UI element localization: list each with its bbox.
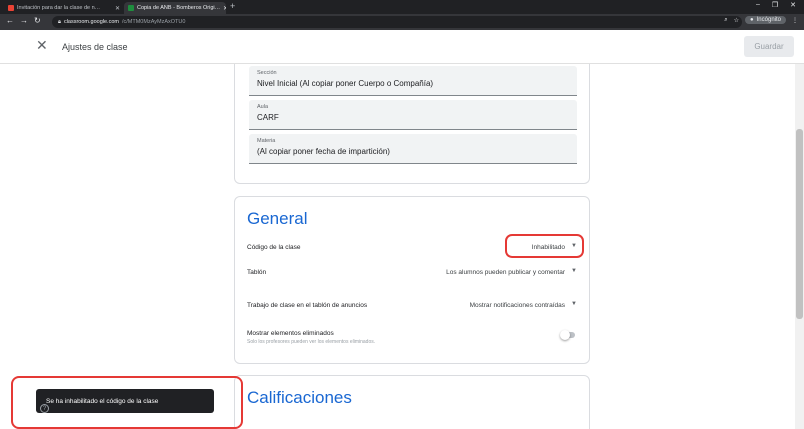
class-code-highlight [505, 234, 584, 258]
general-settings-card: General Código de la clase Inhabilitado … [234, 196, 590, 364]
close-icon[interactable]: ✕ [36, 37, 48, 54]
general-heading: General [247, 209, 308, 228]
room-field[interactable]: Aula CARF [249, 100, 577, 130]
incognito-icon: ● [750, 17, 754, 23]
star-icon[interactable]: ☆ [734, 17, 739, 24]
minimize-icon[interactable]: – [756, 1, 760, 9]
close-window-icon[interactable]: ✕ [790, 1, 796, 9]
subject-label: Materia [257, 138, 276, 144]
tab-title: Copia de ANB - Bomberos Origi… [137, 5, 221, 11]
menu-icon[interactable]: ⋮ [792, 17, 798, 24]
reload-icon[interactable]: ↻ [34, 16, 41, 25]
gmail-icon [8, 5, 14, 11]
stream-dropdown[interactable]: Los alumnos pueden publicar y comentar [446, 269, 565, 276]
show-deleted-label: Mostrar elementos eliminados [247, 330, 334, 337]
close-tab-icon[interactable]: ✕ [115, 5, 120, 12]
url-path: /c/MTM0MzAyMzAxOTU0 [121, 19, 186, 25]
classwork-stream-dropdown[interactable]: Mostrar notificaciones contraídas [470, 302, 565, 309]
chevron-down-icon[interactable]: ▼ [571, 301, 577, 307]
section-value: Nivel Inicial (Al copiar poner Cuerpo o … [257, 79, 434, 88]
browser-tab-strip: Invitación para dar la clase de n… ✕ Cop… [0, 0, 804, 14]
lock-icon: 🔒︎ [58, 18, 61, 25]
browser-toolbar: ← → ↻ 🔒︎ classroom.google.com/c/MTM0MzAy… [0, 14, 804, 30]
tab-title: Invitación para dar la clase de n… [17, 5, 101, 11]
restore-icon[interactable]: ❐ [772, 1, 778, 9]
section-field[interactable]: Sección Nivel Inicial (Al copiar poner C… [249, 66, 577, 96]
show-deleted-row: Mostrar elementos eliminados Solo los pr… [247, 328, 579, 348]
class-details-card: Sección Nivel Inicial (Al copiar poner C… [234, 64, 590, 184]
section-label: Sección [257, 70, 277, 76]
save-button[interactable]: Guardar [744, 36, 794, 57]
show-deleted-toggle[interactable] [560, 330, 575, 340]
vertical-scrollbar[interactable] [795, 64, 804, 429]
room-label: Aula [257, 104, 269, 110]
classroom-icon [128, 5, 134, 11]
settings-header: ✕ Ajustes de clase Guardar [0, 30, 804, 64]
toolbar-right: ⌕ ☆ ● Incógnito ⋮ [724, 16, 798, 24]
window-controls: – ❐ ✕ [756, 1, 796, 9]
incognito-badge[interactable]: ● Incógnito [745, 16, 786, 24]
back-icon[interactable]: ← [6, 16, 14, 25]
forward-icon[interactable]: → [20, 16, 28, 25]
classwork-stream-label: Trabajo de clase en el tablón de anuncio… [247, 302, 368, 309]
grading-heading: Calificaciones [247, 388, 352, 407]
classwork-stream-row: Trabajo de clase en el tablón de anuncio… [247, 300, 579, 312]
address-bar[interactable]: 🔒︎ classroom.google.com/c/MTM0MzAyMzAxOT… [52, 16, 742, 28]
grading-card: Calificaciones [234, 375, 590, 429]
chevron-down-icon[interactable]: ▼ [571, 268, 577, 274]
page-title: Ajustes de clase [62, 42, 128, 52]
class-code-label: Código de la clase [247, 244, 301, 251]
url-host: classroom.google.com [63, 19, 119, 25]
stream-row: Tablón Los alumnos pueden publicar y com… [247, 267, 579, 279]
settings-content: Sección Nivel Inicial (Al copiar poner C… [0, 64, 795, 429]
subject-field[interactable]: Materia (Al copiar poner fecha de impart… [249, 134, 577, 164]
snackbar-highlight [11, 376, 243, 429]
new-tab-button[interactable]: + [230, 1, 235, 11]
scrollbar-thumb[interactable] [796, 129, 803, 319]
subject-value: (Al copiar poner fecha de impartición) [257, 147, 390, 156]
close-tab-icon[interactable]: ✕ [223, 5, 226, 12]
incognito-label: Incógnito [756, 17, 781, 23]
stream-label: Tablón [247, 269, 267, 276]
toggle-knob [560, 330, 570, 340]
browser-tab-invitation[interactable]: Invitación para dar la clase de n… ✕ [4, 2, 124, 14]
browser-tab-classroom[interactable]: Copia de ANB - Bomberos Origi… ✕ [124, 2, 226, 14]
zoom-icon[interactable]: ⌕ [724, 17, 727, 24]
show-deleted-sublabel: Solo los profesores pueden ver los eleme… [247, 339, 376, 345]
room-value: CARF [257, 113, 279, 122]
